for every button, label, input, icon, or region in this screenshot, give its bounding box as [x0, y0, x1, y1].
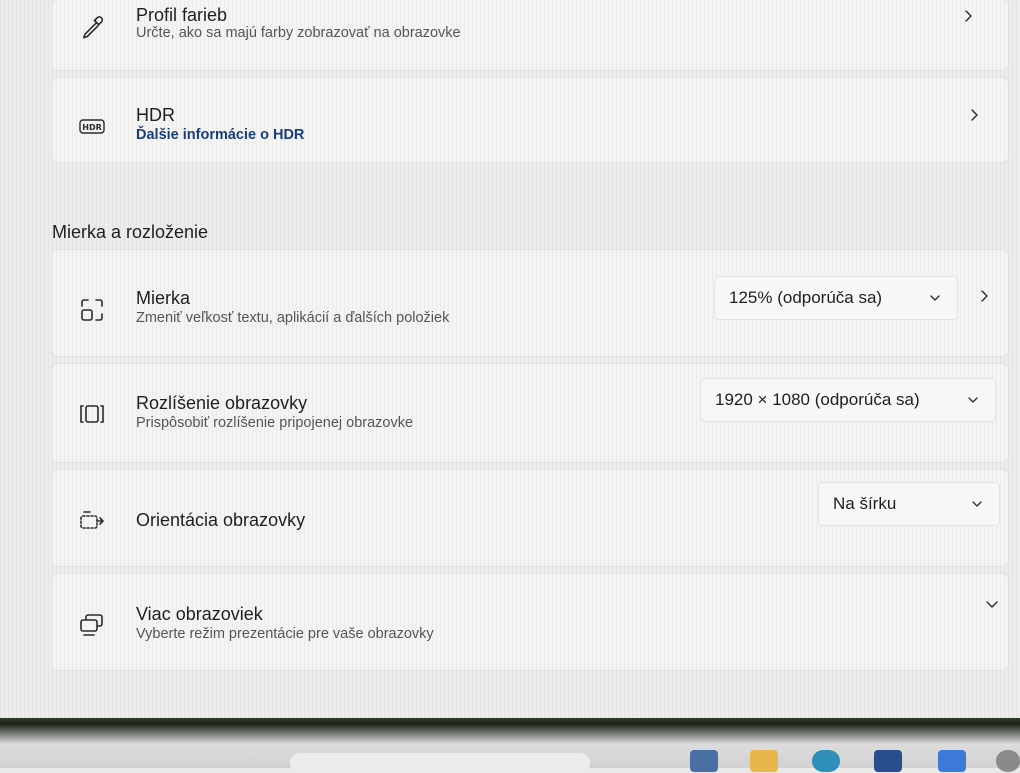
file-explorer-icon[interactable]	[750, 750, 778, 772]
chevron-right-icon	[966, 107, 982, 123]
orientation-dropdown[interactable]: Na šírku	[818, 482, 1000, 526]
eyedropper-icon	[78, 14, 106, 42]
hdr-icon-label: HDR	[82, 123, 102, 132]
edge-browser-icon[interactable]	[812, 750, 840, 772]
color-profile-card[interactable]: Profil farieb Určte, ako sa majú farby z…	[52, 0, 1008, 70]
color-profile-subtitle: Určte, ako sa majú farby zobrazovať na o…	[136, 25, 461, 41]
hdr-title: HDR	[136, 105, 175, 125]
chevron-right-icon[interactable]	[976, 288, 992, 304]
multiple-displays-icon	[78, 610, 106, 638]
chevron-down-icon	[971, 497, 985, 511]
orientation-card: Orientácia obrazovky Na šírku	[52, 470, 1008, 566]
resolution-card: Rozlíšenie obrazovky Prispôsobiť rozlíše…	[52, 364, 1008, 462]
store-icon[interactable]	[874, 750, 902, 772]
resolution-icon	[78, 400, 106, 428]
multiple-displays-title: Viac obrazoviek	[136, 604, 263, 624]
scale-dropdown[interactable]: 125% (odporúča sa)	[714, 276, 958, 320]
resolution-title: Rozlíšenie obrazovky	[136, 393, 308, 413]
scale-subtitle: Zmeniť veľkosť textu, aplikácií a ďalšíc…	[136, 310, 450, 326]
scale-card[interactable]: Mierka Zmeniť veľkosť textu, aplikácií a…	[52, 250, 1008, 356]
chevron-right-icon	[960, 8, 976, 24]
orientation-icon	[78, 506, 106, 534]
chevron-down-icon[interactable]	[984, 596, 1000, 612]
resolution-dropdown[interactable]: 1920 × 1080 (odporúča sa)	[700, 378, 996, 422]
taskbar-search-box[interactable]	[290, 753, 590, 773]
hdr-info-link[interactable]: Ďalšie informácie o HDR	[136, 127, 304, 143]
orientation-title: Orientácia obrazovky	[136, 510, 306, 530]
multiple-displays-subtitle: Vyberte režim prezentácie pre vaše obraz…	[136, 626, 434, 642]
settings-page: Profil farieb Určte, ako sa majú farby z…	[0, 0, 1020, 718]
app-icon[interactable]	[938, 750, 966, 772]
task-view-icon[interactable]	[690, 750, 718, 772]
taskbar	[0, 718, 1020, 773]
settings-gear-icon[interactable]	[996, 750, 1020, 772]
orientation-dropdown-value: Na šírku	[833, 494, 897, 513]
chevron-down-icon	[967, 393, 981, 407]
multiple-displays-card[interactable]: Viac obrazoviek Vyberte režim prezentáci…	[52, 574, 1008, 670]
scale-icon	[78, 296, 106, 324]
color-profile-title: Profil farieb	[136, 5, 228, 25]
scale-dropdown-value: 125% (odporúča sa)	[729, 288, 883, 307]
resolution-subtitle: Prispôsobiť rozlíšenie pripojenej obrazo…	[136, 415, 414, 431]
resolution-dropdown-value: 1920 × 1080 (odporúča sa)	[715, 390, 920, 409]
scale-title: Mierka	[136, 288, 191, 308]
hdr-icon: HDR	[78, 112, 106, 140]
chevron-down-icon	[929, 291, 943, 305]
section-title-scale-layout: Mierka a rozloženie	[52, 222, 209, 242]
hdr-card[interactable]: HDR HDR Ďalšie informácie o HDR	[52, 78, 1008, 162]
